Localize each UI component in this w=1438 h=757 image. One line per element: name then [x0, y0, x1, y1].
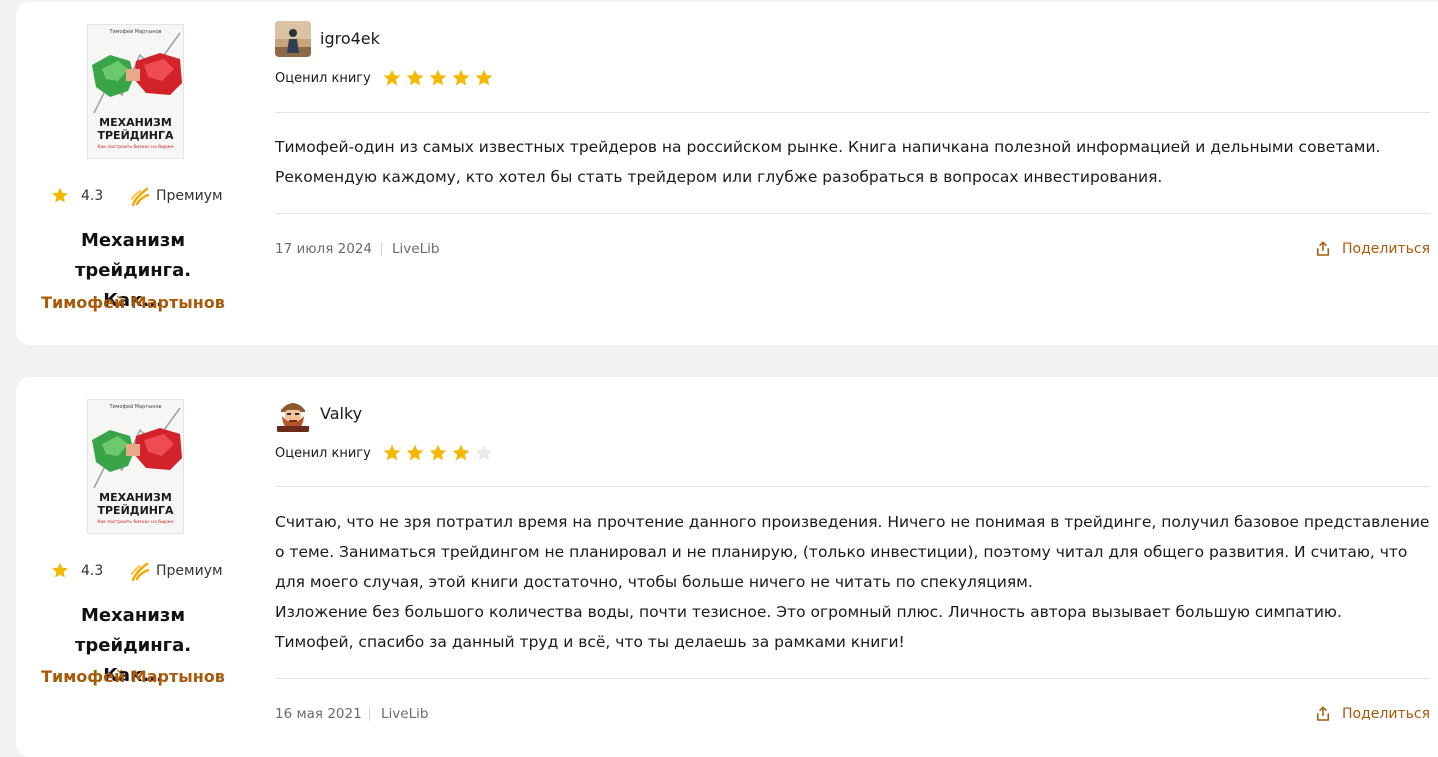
divider: [275, 678, 1430, 679]
rated-label: Оценил книгу: [275, 71, 371, 86]
review-paragraph: Тимофей-один из самых известных трейдеро…: [275, 138, 1381, 186]
cover-author: Тимофей Мартынов: [109, 404, 162, 410]
share-label: Поделиться: [1342, 241, 1430, 257]
book-meta: 4.3 Премиум: [50, 185, 250, 207]
review-paragraph: Считаю, что не зря потратил время на про…: [275, 513, 1430, 591]
book-rating: 4.3: [81, 188, 104, 204]
star-filled-icon: [452, 444, 470, 461]
star-filled-icon: [429, 69, 447, 86]
user-photo-avatar[interactable]: [275, 21, 311, 57]
star-filled-icon: [429, 444, 447, 461]
star-icon: [52, 562, 68, 578]
share-icon: [1317, 706, 1330, 721]
divider: [275, 486, 1430, 487]
cover-subtitle: Как построить бизнес на бирже: [97, 520, 174, 525]
book-cover[interactable]: Тимофей Мартынов МЕХАНИЗМ ТРЕЙДИНГА Как …: [87, 399, 184, 534]
book-author[interactable]: Тимофей Мартынов: [36, 293, 230, 312]
book-author[interactable]: Тимофей Мартынов: [36, 667, 230, 686]
review-paragraph: Изложение без большого количества воды, …: [275, 603, 1342, 621]
separator: [381, 242, 382, 256]
premium-icon: [131, 562, 150, 582]
review-source[interactable]: LiveLib: [392, 241, 439, 257]
divider: [275, 112, 1430, 113]
rating-stars: [382, 443, 494, 463]
username[interactable]: Valky: [320, 404, 362, 423]
review-paragraph: Тимофей, спасибо за данный труд и всё, ч…: [275, 633, 905, 651]
book-cover[interactable]: Тимофей Мартынов МЕХАНИЗМ ТРЕЙДИНГА Как …: [87, 24, 184, 159]
rating-stars: [382, 68, 494, 88]
book-meta: 4.3 Премиум: [50, 560, 250, 582]
cover-author: Тимофей Мартынов: [109, 29, 162, 35]
star-empty-icon: [475, 444, 493, 461]
star-icon: [52, 187, 68, 203]
review-card: Тимофей Мартынов МЕХАНИЗМ ТРЕЙДИНГА Как …: [16, 2, 1438, 345]
star-filled-icon: [383, 69, 401, 86]
star-filled-icon: [475, 69, 493, 86]
book-rating: 4.3: [81, 563, 104, 579]
review-date: 17 июля 2024: [275, 241, 373, 257]
star-filled-icon: [383, 444, 401, 461]
share-button[interactable]: Поделиться: [1314, 704, 1430, 724]
review-date: 16 мая 2021: [275, 706, 362, 722]
share-icon: [1317, 241, 1330, 256]
cover-subtitle: Как построить бизнес на бирже: [97, 145, 174, 150]
rated-label: Оценил книгу: [275, 446, 371, 461]
premium-badge: Премиум: [156, 563, 223, 579]
premium-icon: [131, 187, 150, 207]
review-source[interactable]: LiveLib: [381, 706, 428, 722]
share-button[interactable]: Поделиться: [1314, 239, 1430, 259]
cover-title: МЕХАНИЗМ ТРЕЙДИНГА: [97, 116, 174, 142]
divider: [275, 213, 1430, 214]
cover-title: МЕХАНИЗМ ТРЕЙДИНГА: [97, 491, 174, 517]
review-footer: 17 июля 2024 LiveLib Поделиться: [275, 239, 1430, 259]
review-text: Считаю, что не зря потратил время на про…: [275, 507, 1430, 657]
star-filled-icon: [406, 444, 424, 461]
bearded-viking-avatar[interactable]: [275, 396, 311, 432]
star-filled-icon: [452, 69, 470, 86]
share-label: Поделиться: [1342, 706, 1430, 722]
review-footer: 16 мая 2021 LiveLib Поделиться: [275, 704, 1430, 724]
username[interactable]: igro4ek: [320, 29, 380, 48]
review-card: Тимофей Мартынов МЕХАНИЗМ ТРЕЙДИНГА Как …: [16, 377, 1438, 757]
star-filled-icon: [406, 69, 424, 86]
premium-badge: Премиум: [156, 188, 223, 204]
review-text: Тимофей-один из самых известных трейдеро…: [275, 132, 1430, 192]
separator: [369, 707, 370, 721]
